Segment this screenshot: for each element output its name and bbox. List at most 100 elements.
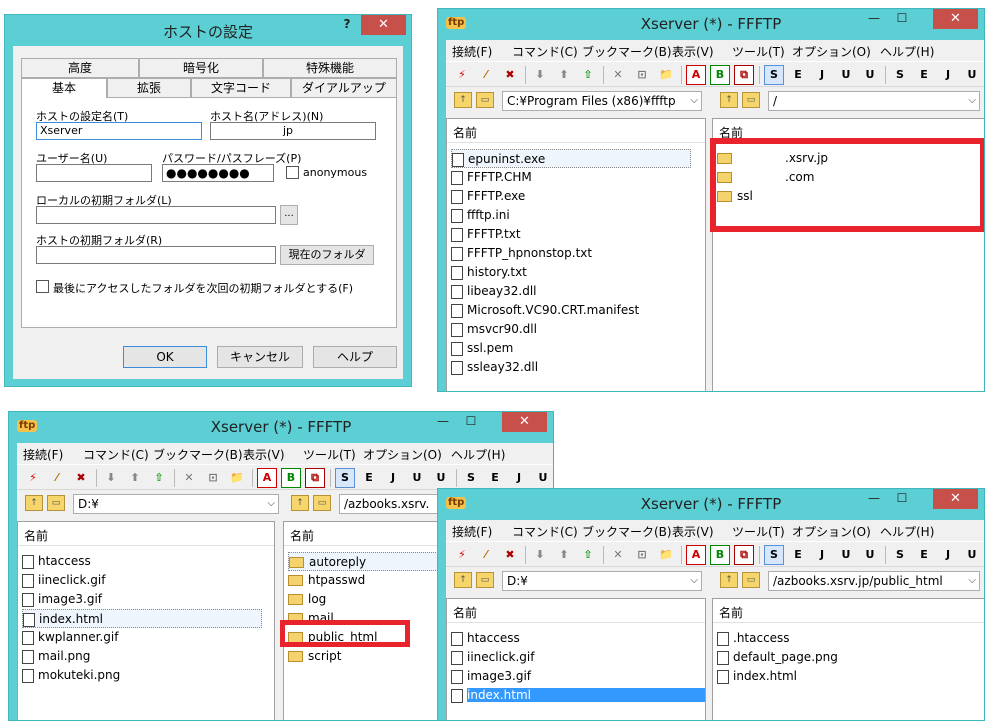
remote-up-folder-icon[interactable]: ↑	[720, 572, 738, 588]
local-open-folder-icon[interactable]: ▭	[476, 572, 494, 588]
upload-icon[interactable]: ⬆	[125, 468, 145, 488]
sjis-remote-icon[interactable]: S	[335, 468, 355, 488]
file-item[interactable]: index.html	[717, 667, 797, 686]
jis-remote-icon[interactable]: J	[812, 545, 832, 565]
chevron-down-icon[interactable]: ⌵	[690, 572, 698, 590]
utf8-local-icon[interactable]: U	[962, 65, 982, 85]
file-item[interactable]: Microsoft.VC90.CRT.manifest	[451, 301, 639, 320]
help-icon[interactable]: ?	[335, 15, 359, 35]
connect-icon[interactable]: ⚡	[23, 468, 43, 488]
quick-connect-icon[interactable]: ⁄	[47, 468, 67, 488]
remote-path-combo[interactable]: / ⌵	[768, 91, 980, 111]
chevron-down-icon[interactable]: ⌵	[690, 92, 698, 110]
chevron-down-icon[interactable]: ⌵	[968, 92, 976, 110]
local-name-header[interactable]: 名前	[447, 119, 705, 143]
sjis-local-icon[interactable]: S	[890, 65, 910, 85]
file-item[interactable]: htaccess	[22, 552, 91, 571]
help-button[interactable]: ヘルプ	[313, 346, 397, 368]
minimize-button[interactable]: —	[431, 412, 455, 432]
mkdir-icon[interactable]: 📁	[227, 468, 247, 488]
tab-charset[interactable]: 文字コード	[191, 78, 291, 98]
local-open-folder-icon[interactable]: ▭	[476, 92, 494, 108]
ok-button[interactable]: OK	[123, 346, 207, 368]
local-path-combo[interactable]: C:¥Program Files (x86)¥ffftp ⌵	[502, 91, 702, 111]
file-item[interactable]: ssleay32.dll	[451, 358, 538, 377]
folder-item[interactable]: log	[288, 590, 326, 609]
file-item[interactable]: htaccess	[451, 629, 520, 648]
menu-item-6[interactable]: ヘルプ(H)	[451, 446, 505, 463]
euc-remote-icon[interactable]: E	[788, 65, 808, 85]
ascii-mode-icon[interactable]: A	[686, 65, 706, 85]
rename-icon[interactable]: ⊡	[632, 545, 652, 565]
folder-item[interactable]: script	[288, 647, 341, 666]
local-name-header[interactable]: 名前	[447, 599, 705, 623]
file-item[interactable]: epuninst.exe	[451, 149, 691, 168]
menu-item-0[interactable]: 接続(F)	[23, 446, 63, 463]
remote-up-folder-icon[interactable]: ↑	[720, 92, 738, 108]
jis-local-icon[interactable]: J	[938, 65, 958, 85]
utf8-remote-icon[interactable]: U	[836, 545, 856, 565]
local-up-folder-icon[interactable]: ↑	[25, 495, 43, 511]
upload-icon[interactable]: ⬆	[554, 545, 574, 565]
menu-item-5[interactable]: オプション(O)	[792, 523, 871, 540]
auto-mode-icon[interactable]: ⧉	[305, 468, 325, 488]
tab-special[interactable]: 特殊機能	[263, 58, 397, 78]
connect-icon[interactable]: ⚡	[452, 65, 472, 85]
disconnect-icon[interactable]: ✖	[500, 545, 520, 565]
delete-icon[interactable]: ✕	[179, 468, 199, 488]
minimize-button[interactable]: —	[862, 9, 886, 29]
file-item[interactable]: FFFTP.exe	[451, 187, 525, 206]
sjis-local-icon[interactable]: S	[461, 468, 481, 488]
file-item[interactable]: .htaccess	[717, 629, 790, 648]
utf8-remote-icon[interactable]: U	[407, 468, 427, 488]
connect-icon[interactable]: ⚡	[452, 545, 472, 565]
tab-encryption[interactable]: 暗号化	[139, 58, 263, 78]
close-button[interactable]: ✕	[933, 9, 978, 29]
menu-item-4[interactable]: ツール(T)	[732, 523, 785, 540]
local-open-folder-icon[interactable]: ▭	[47, 495, 65, 511]
remote-open-folder-icon[interactable]: ▭	[742, 572, 760, 588]
disconnect-icon[interactable]: ✖	[71, 468, 91, 488]
tab-basic[interactable]: 基本	[21, 78, 107, 100]
menu-item-5[interactable]: オプション(O)	[363, 446, 442, 463]
folder-item[interactable]: htpasswd	[288, 571, 365, 590]
mkdir-icon[interactable]: 📁	[656, 545, 676, 565]
binary-mode-icon[interactable]: B	[710, 545, 730, 565]
utf8-local-icon[interactable]: U	[533, 468, 553, 488]
rename-icon[interactable]: ⊡	[203, 468, 223, 488]
ascii-mode-icon[interactable]: A	[686, 545, 706, 565]
upload-icon[interactable]: ⬆	[554, 65, 574, 85]
mkdir-icon[interactable]: 📁	[656, 65, 676, 85]
menu-item-0[interactable]: 接続(F)	[452, 43, 492, 60]
host-name-input[interactable]: jp	[210, 122, 376, 140]
delete-icon[interactable]: ✕	[608, 545, 628, 565]
menu-item-6[interactable]: ヘルプ(H)	[880, 43, 934, 60]
file-item[interactable]: iineclick.gif	[451, 648, 534, 667]
download-icon[interactable]: ⬇	[101, 468, 121, 488]
close-button[interactable]: ✕	[933, 489, 978, 509]
chevron-down-icon[interactable]: ⌵	[968, 572, 976, 590]
euc-remote-icon[interactable]: E	[788, 545, 808, 565]
menu-item-3[interactable]: 表示(V)	[672, 43, 714, 60]
tab-advanced[interactable]: 高度	[21, 58, 139, 78]
file-item[interactable]: mokuteki.png	[22, 666, 120, 685]
utf8bom-remote-icon[interactable]: U	[860, 65, 880, 85]
ascii-mode-icon[interactable]: A	[257, 468, 277, 488]
download-icon[interactable]: ⬇	[530, 65, 550, 85]
menu-item-1[interactable]: コマンド(C)	[83, 446, 149, 463]
remote-open-folder-icon[interactable]: ▭	[742, 92, 760, 108]
jis-remote-icon[interactable]: J	[383, 468, 403, 488]
last-folder-checkbox[interactable]	[36, 280, 49, 293]
delete-icon[interactable]: ✕	[608, 65, 628, 85]
jis-local-icon[interactable]: J	[509, 468, 529, 488]
maximize-button[interactable]: ☐	[459, 412, 483, 432]
menu-item-0[interactable]: 接続(F)	[452, 523, 492, 540]
dialog-close-button[interactable]: ✕	[361, 15, 406, 35]
file-item[interactable]: kwplanner.gif	[22, 628, 118, 647]
local-folder-input[interactable]	[36, 206, 276, 224]
sjis-remote-icon[interactable]: S	[764, 545, 784, 565]
file-item[interactable]: ssl.pem	[451, 339, 513, 358]
file-item[interactable]: index.html	[451, 686, 705, 705]
host-setting-name-input[interactable]: Xserver	[36, 122, 202, 140]
sjis-local-icon[interactable]: S	[890, 545, 910, 565]
